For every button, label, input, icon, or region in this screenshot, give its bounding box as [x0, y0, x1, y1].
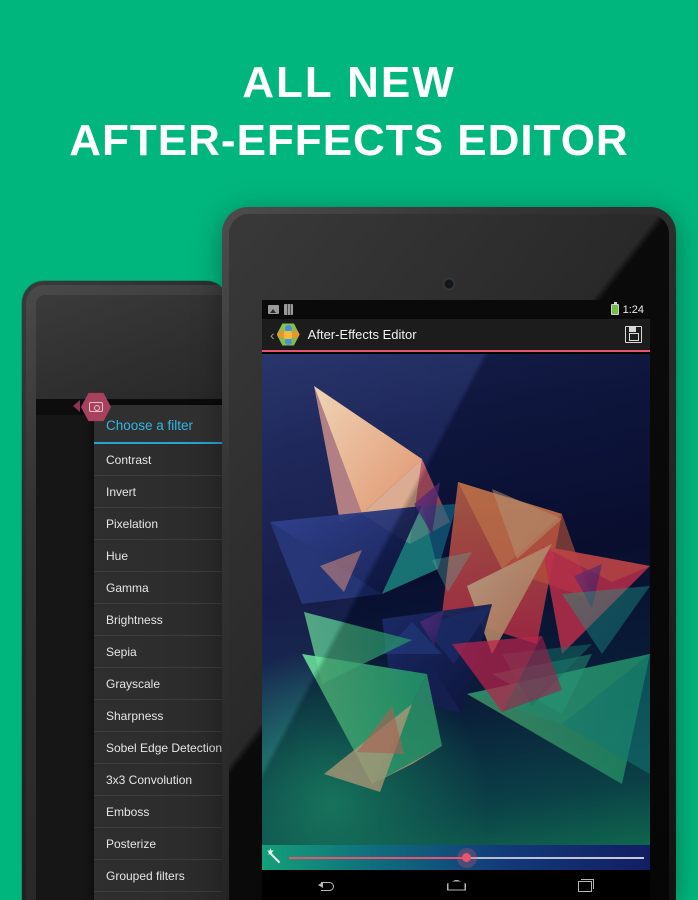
- image-canvas[interactable]: [262, 354, 650, 845]
- status-icons-left: [268, 304, 293, 315]
- phone-device: Choose a filter Contrast Invert Pixelati…: [22, 281, 228, 900]
- list-item[interactable]: Contrast: [94, 444, 228, 476]
- list-item[interactable]: 3x3 Convolution: [94, 764, 228, 796]
- list-item[interactable]: Brightness: [94, 604, 228, 636]
- list-item[interactable]: Saturation: [94, 892, 228, 900]
- list-item[interactable]: Posterize: [94, 828, 228, 860]
- filter-list[interactable]: Contrast Invert Pixelation Hue Gamma Bri…: [94, 444, 228, 900]
- app-title: After-Effects Editor: [307, 327, 417, 342]
- battery-icon: [610, 302, 619, 315]
- back-icon[interactable]: [318, 879, 335, 892]
- tablet-bezel: 1:24 ‹ After-Effects Editor: [229, 214, 669, 900]
- list-item[interactable]: Grouped filters: [94, 860, 228, 892]
- app-logo-icon[interactable]: [276, 323, 300, 346]
- action-bar: ‹ After-Effects Editor: [262, 319, 650, 352]
- list-item[interactable]: Sharpness: [94, 700, 228, 732]
- logo-dot-right: [291, 331, 299, 338]
- tablet-device: 1:24 ‹ After-Effects Editor: [222, 207, 676, 900]
- list-item[interactable]: Emboss: [94, 796, 228, 828]
- list-item[interactable]: Pixelation: [94, 508, 228, 540]
- phone-screen: Choose a filter Contrast Invert Pixelati…: [36, 295, 228, 900]
- save-floppy-icon[interactable]: [625, 326, 642, 343]
- image-icon: [268, 305, 279, 314]
- phone-bezel: Choose a filter Contrast Invert Pixelati…: [26, 285, 228, 900]
- list-item[interactable]: Grayscale: [94, 668, 228, 700]
- dialog-title: Choose a filter: [94, 405, 228, 444]
- back-caret-icon[interactable]: ‹: [270, 328, 275, 342]
- phone-screen-top: [36, 295, 228, 399]
- effect-slider-bar[interactable]: [262, 845, 650, 870]
- tablet-screen: 1:24 ‹ After-Effects Editor: [262, 300, 650, 900]
- android-nav-bar[interactable]: [262, 870, 650, 900]
- logo-dot-bottom: [284, 337, 292, 345]
- artwork-polygons: [270, 386, 650, 792]
- choose-filter-dialog[interactable]: Choose a filter Contrast Invert Pixelati…: [94, 405, 228, 900]
- logo-center: [284, 330, 293, 339]
- list-item[interactable]: Hue: [94, 540, 228, 572]
- magic-wand-icon[interactable]: [267, 848, 283, 865]
- home-icon[interactable]: [447, 880, 466, 891]
- headline-line-2: AFTER-EFFECTS EDITOR: [69, 116, 629, 166]
- page-title: ALL NEW AFTER-EFFECTS EDITOR: [0, 54, 698, 170]
- camera-glyph: [89, 402, 103, 412]
- headline-line-1: ALL NEW: [242, 58, 456, 107]
- recents-icon[interactable]: [578, 878, 594, 892]
- front-camera-icon: [443, 278, 455, 290]
- slider-thumb[interactable]: [456, 847, 477, 868]
- status-bar: 1:24: [262, 300, 650, 319]
- list-item[interactable]: Gamma: [94, 572, 228, 604]
- camera-icon[interactable]: [81, 392, 111, 422]
- status-time: 1:24: [622, 303, 644, 316]
- badge-pointer-icon: [73, 400, 80, 412]
- status-icons-right: 1:24: [610, 302, 644, 316]
- slider-track[interactable]: [289, 847, 644, 868]
- list-item[interactable]: Sepia: [94, 636, 228, 668]
- list-item[interactable]: Invert: [94, 476, 228, 508]
- list-item[interactable]: Sobel Edge Detection: [94, 732, 228, 764]
- sd-card-icon: [284, 304, 293, 315]
